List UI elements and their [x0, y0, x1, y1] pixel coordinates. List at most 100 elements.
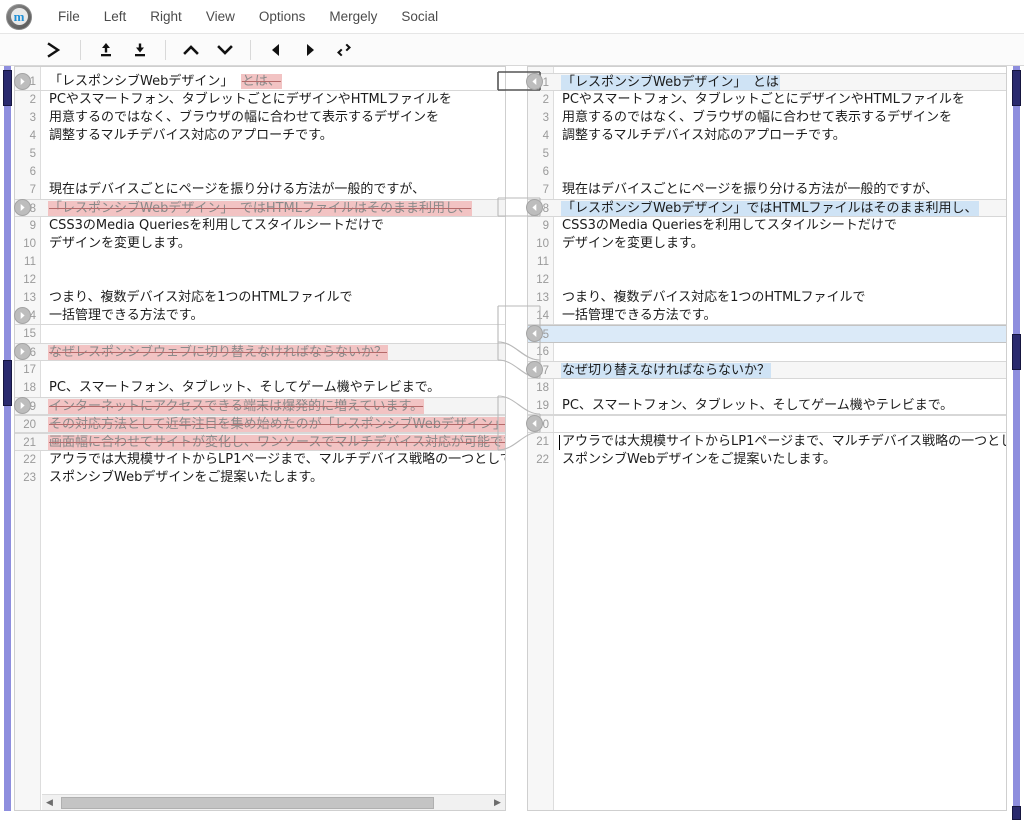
- merge-to-left-line-8[interactable]: [526, 199, 543, 216]
- line-text[interactable]: 現在はデバイスごとにページを振り分ける方法が一般的ですが、: [46, 181, 505, 199]
- line-text[interactable]: スポンシブWebデザインをご提案いたします。: [46, 469, 505, 487]
- arrow-left-icon[interactable]: [259, 37, 293, 63]
- right-changebar[interactable]: [1012, 66, 1021, 820]
- menu-social[interactable]: Social: [390, 4, 449, 29]
- left-editor-pane[interactable]: 1 「レスポンシブWebデザイン」 とは、 2 PCやスマートフォン、タブレットごとに…: [14, 66, 506, 811]
- editor-line[interactable]: 1 「レスポンシブWebデザイン」 とは、: [15, 73, 505, 91]
- line-text[interactable]: 現在はデバイスごとにページを振り分ける方法が一般的ですが、: [559, 181, 1006, 199]
- editor-line[interactable]: 3 用意するのではなく、ブラウザの幅に合わせて表示するデザインを: [15, 109, 505, 127]
- left-line-list[interactable]: 1 「レスポンシブWebデザイン」 とは、 2 PCやスマートフォン、タブレットごとに…: [15, 67, 505, 487]
- left-horizontal-scrollbar[interactable]: ◀ ▶: [42, 794, 505, 810]
- editor-line[interactable]: 19インターネットにアクセスできる端末は爆発的に増えています。: [15, 397, 505, 415]
- menu-right[interactable]: Right: [139, 4, 193, 29]
- editor-line[interactable]: 16なぜレスポンシブウェブに切り替えなければならないか？: [15, 343, 505, 361]
- hscroll-thumb[interactable]: [61, 796, 434, 809]
- line-text[interactable]: つまり、複数デバイス対応を1つのHTMLファイルで: [46, 289, 505, 307]
- editor-line[interactable]: 20: [528, 415, 1006, 433]
- line-text[interactable]: つまり、複数デバイス対応を1つのHTMLファイルで: [559, 289, 1006, 307]
- editor-line[interactable]: 1 「レスポンシブWebデザイン」 とは: [528, 73, 1006, 91]
- line-text[interactable]: 用意するのではなく、ブラウザの幅に合わせて表示するデザインを: [559, 109, 1006, 127]
- editor-line[interactable]: 4 調整するマルチデバイス対応のアプローチです。: [528, 127, 1006, 145]
- editor-line[interactable]: 2 PCやスマートフォン、タブレットごとにデザインやHTMLファイルを: [15, 91, 505, 109]
- editor-line[interactable]: 14一括管理できる方法です。: [528, 307, 1006, 325]
- hscroll-right-arrow[interactable]: ▶: [490, 795, 505, 810]
- merge-to-left-line-1[interactable]: [526, 73, 543, 90]
- line-text[interactable]: アウラでは大規模サイトからLP1ページまで、マルチデバイス戦略の一つとして: [559, 433, 1006, 451]
- line-text[interactable]: インターネットにアクセスできる端末は爆発的に増えています。: [46, 398, 505, 416]
- editor-line[interactable]: 21 画面幅に合わせてサイトが変化し、ワンソースでマルチデバイス対応が可能です。: [15, 433, 505, 451]
- editor-line[interactable]: 13 つまり、複数デバイス対応を1つのHTMLファイルで: [528, 289, 1006, 307]
- editor-line[interactable]: 18: [528, 379, 1006, 397]
- editor-line[interactable]: 18 PC、スマートフォン、タブレット、そしてゲーム機やテレビまで。: [15, 379, 505, 397]
- line-text[interactable]: PCやスマートフォン、タブレットごとにデザインやHTMLファイルを: [559, 91, 1006, 109]
- line-text[interactable]: スポンシブWebデザインをご提案いたします。: [559, 451, 1006, 469]
- editor-line[interactable]: 13 つまり、複数デバイス対応を1つのHTMLファイルで: [15, 289, 505, 307]
- chevron-down-icon[interactable]: [208, 37, 242, 63]
- line-text[interactable]: PC、スマートフォン、タブレット、そしてゲーム機やテレビまで。: [559, 397, 1006, 415]
- merge-to-left-line-17[interactable]: [526, 361, 543, 378]
- changebar-marker[interactable]: [1012, 70, 1021, 106]
- line-text[interactable]: デザインを変更します。: [46, 235, 505, 253]
- editor-line[interactable]: 15: [15, 325, 505, 343]
- merge-to-right-line-14[interactable]: [14, 307, 31, 324]
- menu-file[interactable]: File: [47, 4, 91, 29]
- merge-right-icon[interactable]: [38, 37, 72, 63]
- line-text[interactable]: なぜレスポンシブウェブに切り替えなければならないか？: [46, 344, 505, 362]
- menu-left[interactable]: Left: [93, 4, 138, 29]
- editor-line[interactable]: 10 デザインを変更します。: [528, 235, 1006, 253]
- line-text[interactable]: 調整するマルチデバイス対応のアプローチです。: [559, 127, 1006, 145]
- merge-to-right-line-19[interactable]: [14, 397, 31, 414]
- menu-mergely[interactable]: Mergely: [318, 4, 388, 29]
- merge-to-right-line-8[interactable]: [14, 199, 31, 216]
- editor-line[interactable]: 12: [528, 271, 1006, 289]
- editor-line[interactable]: 22 スポンシブWebデザインをご提案いたします。: [528, 451, 1006, 469]
- merge-to-left-line-15[interactable]: [526, 325, 543, 342]
- hscroll-left-arrow[interactable]: ◀: [42, 795, 57, 810]
- editor-line[interactable]: 5: [15, 145, 505, 163]
- line-text[interactable]: 「レスポンシブWebデザイン」ではHTMLファイルはそのまま利用し、: [559, 200, 1006, 218]
- editor-line[interactable]: 23 スポンシブWebデザインをご提案いたします。: [15, 469, 505, 487]
- editor-line[interactable]: 11: [15, 253, 505, 271]
- editor-line[interactable]: 3 用意するのではなく、ブラウザの幅に合わせて表示するデザインを: [528, 109, 1006, 127]
- changebar-marker[interactable]: [3, 360, 12, 406]
- arrow-right-icon[interactable]: [293, 37, 327, 63]
- changebar-marker[interactable]: [1012, 334, 1021, 370]
- line-text[interactable]: 一括管理できる方法です。: [559, 307, 1006, 325]
- line-text[interactable]: 「レスポンシブWebデザイン」 ではHTMLファイルはそのまま利用し、: [46, 200, 505, 218]
- changebar-marker[interactable]: [3, 70, 12, 106]
- chevron-up-icon[interactable]: [174, 37, 208, 63]
- editor-line[interactable]: 14一括管理できる方法です。: [15, 307, 505, 325]
- editor-line[interactable]: 10 デザインを変更します。: [15, 235, 505, 253]
- changebar-marker[interactable]: [1012, 806, 1021, 820]
- editor-line[interactable]: 7 現在はデバイスごとにページを振り分ける方法が一般的ですが、: [15, 181, 505, 199]
- swap-icon[interactable]: [327, 37, 361, 63]
- editor-line[interactable]: 6: [528, 163, 1006, 181]
- menu-options[interactable]: Options: [248, 4, 317, 29]
- line-text[interactable]: 「レスポンシブWebデザイン」 とは、: [46, 73, 505, 91]
- line-text[interactable]: CSS3のMedia Queriesを利用してスタイルシートだけで: [46, 217, 505, 235]
- left-changebar[interactable]: [3, 66, 12, 811]
- editor-line[interactable]: 16: [528, 343, 1006, 361]
- editor-line[interactable]: 20 その対応方法として近年注目を集め始めたのが「レスポンシブWebデザイン」です: [15, 415, 505, 433]
- line-text[interactable]: 一括管理できる方法です。: [46, 307, 505, 325]
- editor-line[interactable]: 6: [15, 163, 505, 181]
- editor-line[interactable]: 8 「レスポンシブWebデザイン」 ではHTMLファイルはそのまま利用し、: [15, 199, 505, 217]
- download-icon[interactable]: [123, 37, 157, 63]
- merge-to-right-line-1[interactable]: [14, 73, 31, 90]
- editor-line[interactable]: 5: [528, 145, 1006, 163]
- line-text[interactable]: 画面幅に合わせてサイトが変化し、ワンソースでマルチデバイス対応が可能です。: [46, 434, 505, 452]
- mergely-logo[interactable]: m: [6, 3, 32, 30]
- line-text[interactable]: その対応方法として近年注目を集め始めたのが「レスポンシブWebデザイン」です: [46, 416, 505, 434]
- line-text[interactable]: デザインを変更します。: [559, 235, 1006, 253]
- editor-line[interactable]: 15: [528, 325, 1006, 343]
- line-text[interactable]: PC、スマートフォン、タブレット、そしてゲーム機やテレビまで。: [46, 379, 505, 397]
- editor-line[interactable]: 17なぜ切り替えなければならないか？: [528, 361, 1006, 379]
- menu-view[interactable]: View: [195, 4, 246, 29]
- upload-icon[interactable]: [89, 37, 123, 63]
- right-line-list[interactable]: 1 「レスポンシブWebデザイン」 とは 2 PCやスマートフォン、タブレットごとにデ…: [528, 67, 1006, 469]
- editor-line[interactable]: 9 CSS3のMedia Queriesを利用してスタイルシートだけで: [528, 217, 1006, 235]
- merge-to-left-line-20[interactable]: [526, 415, 543, 432]
- editor-line[interactable]: 4 調整するマルチデバイス対応のアプローチです。: [15, 127, 505, 145]
- editor-line[interactable]: 19 PC、スマートフォン、タブレット、そしてゲーム機やテレビまで。: [528, 397, 1006, 415]
- editor-line[interactable]: 21 アウラでは大規模サイトからLP1ページまで、マルチデバイス戦略の一つとして: [528, 433, 1006, 451]
